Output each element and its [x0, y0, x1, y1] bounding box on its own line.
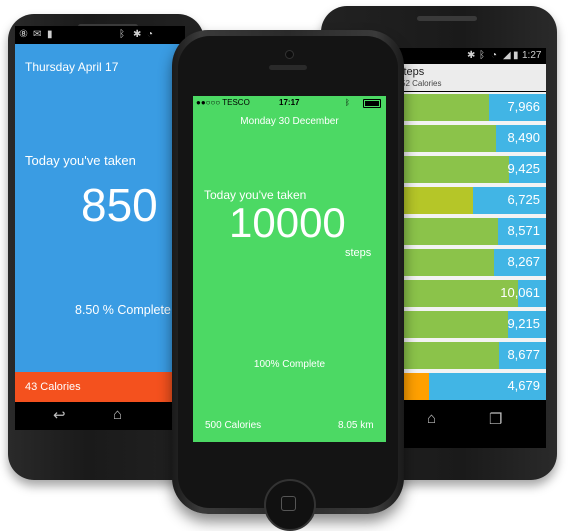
calorie-label: 43 Calories: [25, 381, 81, 393]
bluetooth-icon: ᛒ: [345, 98, 350, 107]
list-item[interactable]: 6,725: [379, 187, 546, 214]
list-item[interactable]: 4,679: [379, 373, 546, 400]
list-item[interactable]: 9,215: [379, 311, 546, 338]
list-item[interactable]: 8,267: [379, 249, 546, 276]
list-item[interactable]: 8,490: [379, 125, 546, 152]
completion-percent: 100% Complete: [253, 359, 326, 370]
list-item[interactable]: 8,571: [379, 218, 546, 245]
date-label: Monday 30 December: [240, 116, 339, 127]
right-phone-screen: ✱ ᛒ ◔ ◢ ▮ 1:27 steps 52 Calories 7,966 8,…: [379, 48, 546, 448]
step-value: 8,267: [507, 254, 540, 269]
home-icon[interactable]: ⌂: [427, 410, 436, 427]
date-label: Thursday April 17: [25, 60, 119, 74]
wifi-icon: ◔: [491, 50, 498, 61]
status-bar: ✱ ᛒ ◔ ◢ ▮ 1:27: [379, 48, 546, 64]
notification-icon: ⑧: [19, 29, 28, 40]
distance-label: 8.05 km: [338, 420, 374, 431]
sd-card-icon: ▮: [47, 29, 53, 40]
step-value: 9,215: [507, 316, 540, 331]
activity-icon: ✱: [133, 29, 142, 40]
step-value: 9,425: [507, 161, 540, 176]
bluetooth-icon: ᛒ: [119, 29, 125, 40]
status-time: 1:27: [522, 50, 542, 61]
status-bar: ⑧ ✉ ▮ ᛒ ✱ ◔: [15, 26, 185, 44]
step-value: 8,677: [507, 347, 540, 362]
wifi-icon: ◔: [147, 29, 154, 40]
battery-icon: [363, 99, 381, 108]
left-phone-screen: ⑧ ✉ ▮ ᛒ ✱ ◔ Thursday April 17 Today you'…: [15, 26, 185, 430]
battery-icon: ▮: [513, 50, 519, 61]
recent-apps-icon[interactable]: ❐: [489, 410, 502, 428]
step-value: 4,679: [507, 378, 540, 393]
step-value: 8,571: [507, 223, 540, 238]
status-bar: ●●○○○ TESCO 17:17 ᛒ: [193, 96, 386, 110]
history-list: 7,966 8,490 9,425 6,725 8,571 8,267 10,061 9,21…: [379, 92, 546, 400]
list-subtitle: 52 Calories: [401, 79, 442, 88]
step-count: 850: [81, 179, 158, 231]
activity-icon: ✱: [467, 50, 476, 61]
back-arrow-icon[interactable]: ↩: [53, 406, 66, 424]
step-count: 10000: [229, 199, 346, 246]
completion-percent: 8.50 % Complete: [75, 303, 171, 317]
front-camera: [285, 50, 294, 59]
step-value: 10,061: [500, 285, 540, 300]
status-time: 17:17: [279, 98, 300, 107]
steps-unit: steps: [345, 247, 372, 259]
list-item[interactable]: 7,966: [379, 94, 546, 121]
step-value: 8,490: [507, 130, 540, 145]
mail-icon: ✉: [33, 29, 42, 40]
home-button-icon: [281, 496, 296, 511]
list-item[interactable]: 8,677: [379, 342, 546, 369]
carrier-label: ●●○○○ TESCO: [196, 98, 250, 107]
signal-icon: ◢: [503, 50, 511, 61]
earpiece: [269, 65, 307, 70]
step-value: 7,966: [507, 99, 540, 114]
calorie-label: 500 Calories: [205, 420, 262, 431]
iphone-screen: ●●○○○ TESCO 17:17 ᛒ Monday 30 December T…: [193, 96, 386, 442]
step-value: 6,725: [507, 192, 540, 207]
list-item[interactable]: 9,425: [379, 156, 546, 183]
nav-bar: ↩ ⌂: [15, 402, 185, 430]
list-item[interactable]: 10,061: [379, 280, 546, 307]
home-icon[interactable]: ⌂: [113, 406, 122, 423]
bluetooth-icon: ᛒ: [479, 50, 485, 61]
nav-bar: ⌂ ❐: [379, 400, 546, 448]
taken-label: Today you've taken: [25, 153, 136, 168]
speaker-grille: [417, 16, 477, 21]
